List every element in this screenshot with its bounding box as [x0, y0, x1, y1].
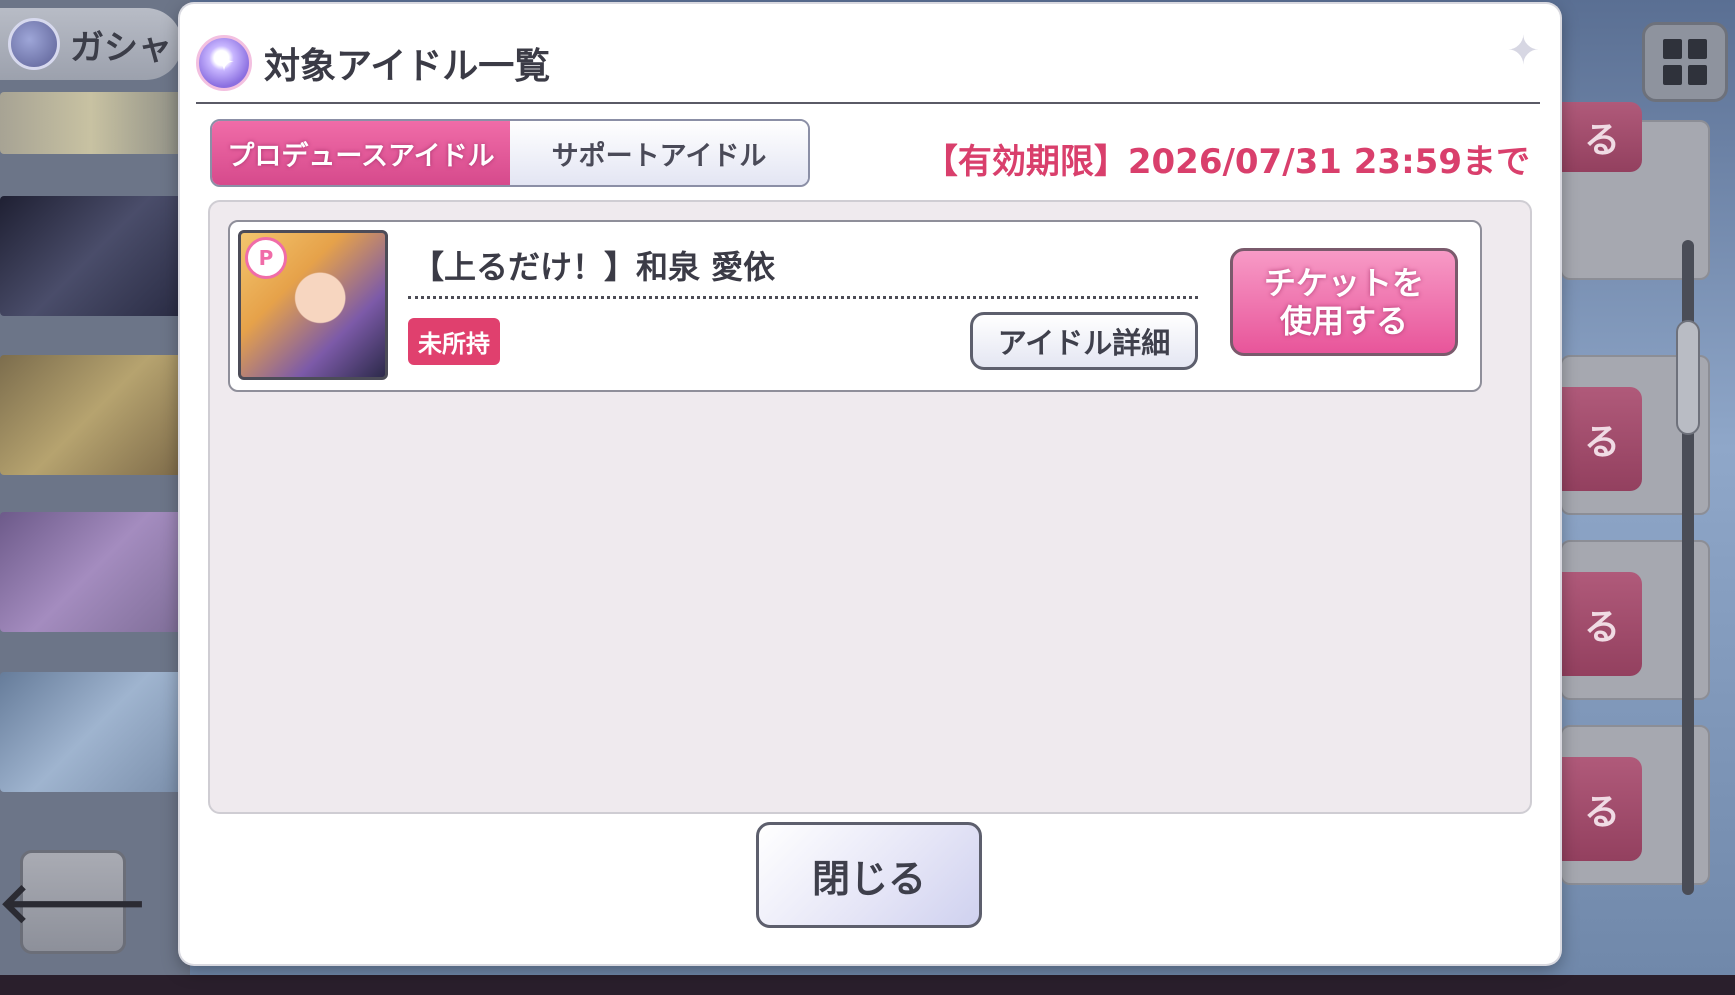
use-ticket-button[interactable]: チケットを 使用する: [1230, 248, 1458, 356]
tab-produce-idol[interactable]: プロデュースアイドル: [212, 121, 510, 185]
back-button: 🡐: [0, 850, 148, 954]
tab-support-idol[interactable]: サポートアイドル: [510, 121, 808, 185]
use-ticket-label-line2: 使用する: [1279, 302, 1408, 340]
menu-grid-button: [1642, 22, 1728, 102]
background-sidebar: ガシャ 🡐: [0, 0, 190, 995]
background-right-list: る る る る: [1560, 102, 1735, 920]
gacha-header: ガシャ: [0, 8, 182, 80]
arrow-left-icon: 🡐: [0, 871, 149, 936]
idol-name: 【上るだけ！】和泉 愛依: [412, 248, 776, 286]
produce-badge-icon: P: [245, 237, 287, 279]
idol-list: P 【上るだけ！】和泉 愛依 未所持 アイドル詳細 チケットを 使用する: [208, 200, 1532, 814]
sparkle-icon: ✦: [1506, 28, 1540, 74]
target-idol-list-dialog: ✦ 対象アイドル一覧 ✦ プロデュースアイドル サポートアイドル 【有効期限】2…: [180, 4, 1560, 964]
dialog-title: 対象アイドル一覧: [264, 46, 551, 87]
idol-type-tabs: プロデュースアイドル サポートアイドル: [210, 119, 810, 187]
close-button[interactable]: 閉じる: [756, 822, 982, 928]
gacha-banner: [0, 92, 182, 154]
gacha-orb-icon: ✦: [196, 35, 252, 91]
divider: [408, 296, 1198, 299]
gacha-banner: [0, 512, 182, 632]
status-badge: 未所持: [408, 318, 500, 365]
bottom-bar: [0, 975, 1735, 995]
idol-avatar[interactable]: P: [238, 230, 388, 380]
gacha-banner: [0, 196, 182, 316]
gacha-icon: [8, 18, 60, 70]
gacha-title: ガシャ: [70, 27, 172, 68]
gacha-banner: [0, 355, 182, 475]
gacha-banner: [0, 672, 182, 792]
use-ticket-label-line1: チケットを: [1263, 264, 1424, 302]
grid-icon: [1663, 39, 1682, 59]
expiry-date: 【有効期限】2026/07/31 23:59まで: [923, 142, 1530, 182]
background-scrollbar-thumb: [1676, 320, 1700, 435]
idol-detail-button[interactable]: アイドル詳細: [970, 312, 1198, 370]
list-item: P 【上るだけ！】和泉 愛依 未所持 アイドル詳細 チケットを 使用する: [228, 220, 1482, 392]
dialog-header: ✦ 対象アイドル一覧 ✦: [196, 24, 1540, 104]
